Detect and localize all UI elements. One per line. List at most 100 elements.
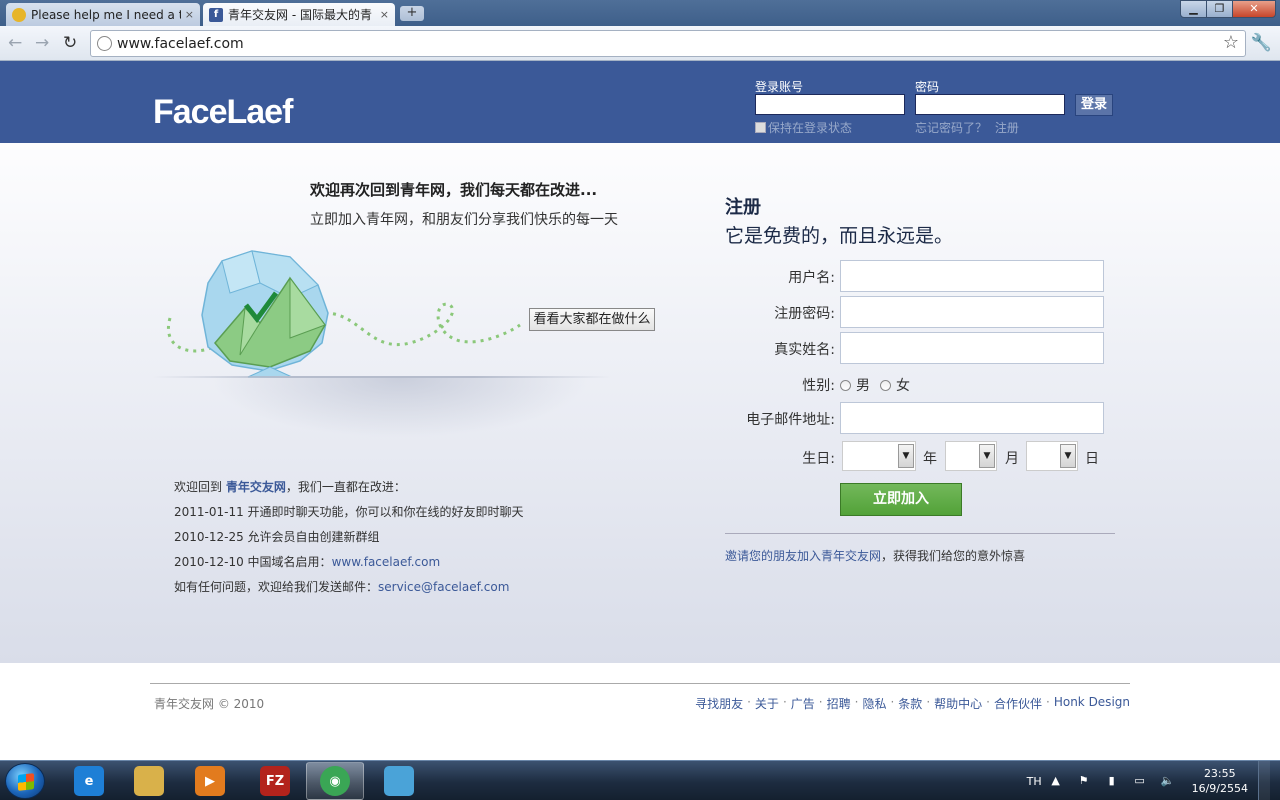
footer-link[interactable]: 帮助中心 <box>934 695 982 712</box>
forgot-password-link[interactable]: 忘记密码了？ <box>915 121 987 135</box>
main-content: 欢迎再次回到青年网，我们每天都在改进... 立即加入青年网，和朋友们分享我们快乐… <box>0 143 1280 663</box>
close-window-button[interactable]: ✕ <box>1232 0 1276 18</box>
realname-input[interactable] <box>840 332 1104 364</box>
gender-label: 性别: <box>802 378 835 394</box>
volume-muted-icon[interactable]: 🔈 <box>1160 774 1176 788</box>
footer-divider <box>150 683 1130 684</box>
chevron-down-icon[interactable]: ▼ <box>979 444 995 468</box>
invite-text: 邀请您的朋友加入青年交友网，获得我们给您的意外惊喜 <box>725 547 1025 564</box>
footer-link[interactable]: Honk Design <box>1054 695 1130 712</box>
url-text[interactable]: www.facelaef.com <box>117 36 244 52</box>
action-center-flag-icon[interactable]: ⚑ <box>1076 774 1092 788</box>
footer-separator: · <box>747 695 751 709</box>
browser-toolbar: ← → ↻ www.facelaef.com ☆ 🔧 <box>0 26 1280 61</box>
globe-icon <box>97 36 112 51</box>
email-input[interactable] <box>840 402 1104 434</box>
browser-tab-1[interactable]: Please help me I need a tem × <box>6 3 200 26</box>
gender-female-radio[interactable] <box>880 379 891 391</box>
gender-options: 男 女 <box>840 375 920 395</box>
news-brand-link[interactable]: 青年交友网 <box>226 480 286 494</box>
news-domain-prefix: 2010-12-10 中国域名启用： <box>174 555 332 569</box>
account-input[interactable] <box>755 94 905 115</box>
tab-close-icon[interactable]: × <box>380 8 389 21</box>
footer-separator: · <box>986 695 990 709</box>
system-tray: TH ▲ ⚑ ▮ ▭ 🔈 23:55 16/9/2554 <box>1027 761 1270 800</box>
footer-separator: · <box>854 695 859 709</box>
footer-separator: · <box>890 695 895 709</box>
signup-button[interactable]: 立即加入 <box>840 483 962 516</box>
window-controls: ▁ ❐ ✕ <box>1180 0 1276 18</box>
birth-month-select[interactable]: ▼ <box>945 441 997 471</box>
network-icon[interactable]: ▭ <box>1132 774 1148 788</box>
taskbar-media-player[interactable]: ▶ <box>181 762 239 800</box>
chrome-icon: ◉ <box>320 766 350 796</box>
keep-logged-in-checkbox[interactable] <box>755 122 766 133</box>
minimize-button[interactable]: ▁ <box>1180 0 1207 18</box>
footer-separator: · <box>818 695 823 709</box>
bookmark-star-icon[interactable]: ☆ <box>1223 32 1239 53</box>
shelf-shadow <box>210 378 590 438</box>
footer-link[interactable]: 关于 <box>755 695 779 712</box>
footer-link[interactable]: 寻找朋友 <box>695 695 743 712</box>
address-bar[interactable]: www.facelaef.com ☆ <box>90 30 1246 57</box>
list-item: 2010-12-25 允许会员自由创建新群组 <box>174 530 380 544</box>
reload-icon[interactable]: ↻ <box>63 33 77 53</box>
back-icon[interactable]: ← <box>8 33 22 53</box>
show-desktop-button[interactable] <box>1258 761 1270 800</box>
reg-password-input[interactable] <box>840 296 1104 328</box>
forward-icon[interactable]: → <box>35 33 49 53</box>
keep-logged-in[interactable]: 保持在登录状态 <box>755 119 852 136</box>
gender-male-radio[interactable] <box>840 379 851 391</box>
password-input[interactable] <box>915 94 1065 115</box>
birth-year-select[interactable]: ▼ <box>842 441 916 471</box>
welcome-title: 欢迎再次回到青年网，我们每天都在改进... <box>310 181 598 199</box>
username-label: 用户名: <box>788 270 835 286</box>
chevron-down-icon[interactable]: ▼ <box>898 444 914 468</box>
taskbar-file-explorer[interactable] <box>120 762 178 800</box>
account-label: 登录账号 <box>755 80 804 94</box>
news-domain-link[interactable]: www.facelaef.com <box>332 555 441 569</box>
site-logo[interactable]: FaceLaef <box>153 93 293 132</box>
birth-day-select[interactable]: ▼ <box>1026 441 1078 471</box>
start-button[interactable] <box>5 763 45 799</box>
clock-time: 23:55 <box>1203 767 1236 780</box>
footer-link[interactable]: 条款 <box>898 695 922 712</box>
footer-link[interactable]: 隐私 <box>862 695 886 712</box>
tab-close-icon[interactable]: × <box>185 8 194 21</box>
taskbar-filezilla[interactable]: FZ <box>246 762 304 800</box>
show-hidden-icons-icon[interactable]: ▲ <box>1048 774 1064 788</box>
windows-taskbar: e ▶ FZ ◉ TH ▲ ⚑ ▮ ▭ 🔈 23:55 16/9/2554 <box>0 760 1280 800</box>
login-links: 忘记密码了？ 注册 <box>915 119 1019 136</box>
list-item: 2011-01-11 开通即时聊天功能，你可以和你在线的好友即时聊天 <box>174 505 524 519</box>
chevron-down-icon[interactable]: ▼ <box>1060 444 1076 468</box>
wrench-menu-icon[interactable]: 🔧 <box>1251 33 1272 53</box>
footer-link[interactable]: 招聘 <box>827 695 851 712</box>
footer-link[interactable]: 合作伙伴 <box>994 695 1042 712</box>
taskbar-chrome[interactable]: ◉ <box>306 762 364 800</box>
browser-tab-2[interactable]: f 青年交友网 - 国际最大的青 × <box>203 3 395 26</box>
username-input[interactable] <box>840 260 1104 292</box>
globe-illustration <box>166 250 521 378</box>
taskbar-internet-explorer[interactable]: e <box>60 762 118 800</box>
new-tab-button[interactable]: + <box>400 6 424 21</box>
login-button[interactable]: 登录 <box>1075 94 1113 116</box>
messenger-icon <box>384 766 414 796</box>
power-icon[interactable]: ▮ <box>1104 774 1120 788</box>
birthday-label: 生日: <box>802 451 835 467</box>
footer-link[interactable]: 广告 <box>791 695 815 712</box>
maximize-button[interactable]: ❐ <box>1206 0 1233 18</box>
see-activity-button[interactable]: 看看大家都在做什么 <box>529 308 655 331</box>
internet-explorer-icon: e <box>74 766 104 796</box>
taskbar-messenger[interactable] <box>370 762 428 800</box>
register-link[interactable]: 注册 <box>995 121 1019 135</box>
invite-friends-link[interactable]: 邀请您的朋友加入青年交友网 <box>725 549 881 563</box>
footer-links: 寻找朋友 · 关于 · 广告 · 招聘 · 隐私 · 条款 · 帮助中心 · 合作伙伴 · Honk Desig… <box>695 695 1130 712</box>
contact-email-link[interactable]: service@facelaef.com <box>378 580 509 594</box>
browser-title-bar: Please help me I need a tem × f 青年交友网 - … <box>0 0 1280 26</box>
year-unit: 年 <box>923 451 937 467</box>
footer-separator: · <box>926 695 931 709</box>
footer-separator: · <box>782 695 787 709</box>
clock[interactable]: 23:55 16/9/2554 <box>1192 766 1248 796</box>
language-indicator[interactable]: TH <box>1027 775 1042 788</box>
keep-logged-in-label: 保持在登录状态 <box>768 121 853 135</box>
